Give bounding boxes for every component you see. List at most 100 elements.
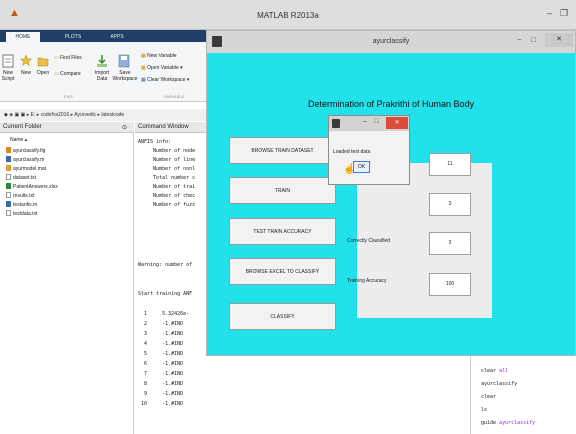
new-script-icon <box>2 54 14 68</box>
file-group-label: FILE <box>64 94 74 99</box>
result-value-field: 11 <box>429 153 471 176</box>
open-variable-button[interactable]: ▦ Open Variable ▾ <box>141 65 183 71</box>
history-item[interactable]: guide ayurclassify <box>481 420 535 426</box>
file-name: PatientAnswers.xlsx <box>13 184 58 190</box>
open-variable-icon: ▦ <box>141 65 146 71</box>
import-data-button[interactable]: Import Data <box>92 70 112 82</box>
history-argument: all <box>499 368 509 374</box>
figure-minimize-button[interactable]: – <box>517 35 521 44</box>
classify-button[interactable]: CLASSIFY <box>229 303 336 330</box>
command-output-line: 2 -1.#IND <box>138 321 184 327</box>
history-item[interactable]: clear <box>481 394 496 400</box>
history-argument: ayurclassify <box>499 420 536 426</box>
new-button[interactable]: New <box>19 70 33 76</box>
file-item[interactable]: dataset.txt <box>6 174 36 181</box>
command-output-line: Number of chec <box>138 193 196 199</box>
command-output-line: Number of node <box>138 148 196 154</box>
maximize-button[interactable]: ❐ <box>560 8 568 19</box>
clear-workspace-label: Clear Workspace ▾ <box>147 77 190 83</box>
history-item[interactable]: clear all <box>481 368 508 374</box>
file-name: dataset.txt <box>13 175 37 181</box>
file-item[interactable]: PatientAnswers.xlsx <box>6 183 58 190</box>
matlab-titlebar: ▲ MATLAB R2013a – ❐ <box>0 0 576 30</box>
file-item[interactable]: testdata.txt <box>6 210 37 217</box>
dialog-maximize-button[interactable]: □ <box>374 118 378 125</box>
history-item[interactable]: ayurclassify <box>481 381 517 387</box>
matlab-figure-icon <box>332 119 340 128</box>
file-name: testdata.txt <box>13 211 38 217</box>
command-output-line: Number of trai <box>138 184 196 190</box>
history-item[interactable]: ls <box>481 407 487 413</box>
tab-home[interactable]: HOME <box>6 32 40 42</box>
file-item[interactable]: ayurclassify.fig <box>6 147 45 154</box>
dialog-titlebar: – □ ✕ <box>329 116 409 131</box>
command-output-line: Total number c <box>138 175 196 181</box>
minimize-button[interactable]: – <box>547 8 552 18</box>
current-folder-pane: Name ▴ ayurclassify.fig ayurclassify.m a… <box>0 133 134 434</box>
command-output-line: 5 -1.#IND <box>138 351 184 357</box>
correctly-classified-field: 3 <box>429 232 471 255</box>
file-item[interactable]: results.txt <box>6 192 34 199</box>
new-script-button[interactable]: New Script <box>0 70 16 82</box>
dialog-minimize-button[interactable]: – <box>363 118 367 125</box>
new-variable-icon: ▦ <box>141 53 146 59</box>
mat-file-icon <box>6 165 11 171</box>
compare-button[interactable]: ▭ Compare <box>54 71 81 77</box>
text-file-icon <box>6 174 11 180</box>
address-bar[interactable]: ◆ ◈ ▣ ▣ ▸ E: ▸ codefox2016 ▸ Ayurvedic ▸… <box>0 109 230 121</box>
command-output-line: 3 -1.#IND <box>138 331 184 337</box>
import-data-icon <box>97 55 107 67</box>
history-command: clear <box>481 394 497 400</box>
result-value-field: 3 <box>429 193 471 216</box>
save-workspace-icon <box>118 54 130 68</box>
find-files-button[interactable]: ▭ Find Files <box>54 55 82 61</box>
file-item[interactable]: testanfis.m <box>6 201 37 208</box>
command-output-line: 6 -1.#IND <box>138 361 184 367</box>
training-accuracy-field: 100 <box>429 273 471 296</box>
open-button[interactable]: Open <box>35 70 51 76</box>
ayurclassify-window: ayurclassify – □ ✕ Determination of Prak… <box>206 30 576 356</box>
command-output-line: 10 -1.#IND <box>138 401 184 407</box>
name-column-header[interactable]: Name ▴ <box>10 137 27 143</box>
new-variable-label: New Variable <box>147 53 177 59</box>
open-folder-icon <box>37 57 49 67</box>
file-name: ayurclassify.m <box>13 157 45 163</box>
find-files-label: Find Files <box>60 55 82 61</box>
clear-workspace-icon: ▦ <box>141 77 146 83</box>
compare-label: Compare <box>60 71 81 77</box>
save-workspace-button[interactable]: Save Workspace <box>112 70 138 82</box>
history-command: guide <box>481 420 500 426</box>
figure-close-button[interactable]: ✕ <box>545 33 573 47</box>
correctly-classified-label: Correctly Classified <box>347 238 391 244</box>
tab-apps[interactable]: APPS <box>100 32 134 42</box>
clear-workspace-button[interactable]: ▦ Clear Workspace ▾ <box>141 77 189 83</box>
command-output-line: Start training ANF <box>138 291 193 297</box>
ok-button[interactable]: OK <box>353 161 370 173</box>
text-file-icon <box>6 210 11 216</box>
figure-maximize-button[interactable]: □ <box>531 35 536 44</box>
history-command: ls <box>481 407 488 413</box>
dialog-message: Loaded test data <box>333 149 371 155</box>
command-output-line: 8 -1.#IND <box>138 381 184 387</box>
browse-train-dataset-button[interactable]: BROWSE TRAIN DATASET <box>229 137 336 164</box>
tab-plots[interactable]: PLOTS <box>56 32 90 42</box>
command-output-line: 4 -1.#IND <box>138 341 184 347</box>
browse-excel-button[interactable]: BROWSE EXCEL TO CLASSIFY <box>229 258 336 285</box>
text-file-icon <box>6 192 11 198</box>
find-files-icon: ▭ <box>54 55 59 61</box>
command-output-line: Number of line <box>138 157 196 163</box>
train-button[interactable]: TRAIN <box>229 177 336 204</box>
current-folder-header: Current Folder ⊙ <box>0 122 134 133</box>
panel-menu-icon[interactable]: ⊙ <box>122 124 127 131</box>
command-output-line: ANFIS info: <box>138 139 172 145</box>
file-name: testanfis.m <box>13 202 38 208</box>
history-command: ayurclassify <box>481 381 518 387</box>
test-train-accuracy-button[interactable]: TEST TRAIN ACCURACY <box>229 218 336 245</box>
file-item[interactable]: ayurclassify.m <box>6 156 44 163</box>
mouse-pointer-icon: ☝ <box>343 164 356 175</box>
open-variable-label: Open Variable ▾ <box>147 65 183 71</box>
file-item[interactable]: ayurmodel.mat <box>6 165 46 172</box>
command-output-line: 9 -1.#IND <box>138 391 184 397</box>
dialog-close-button[interactable]: ✕ <box>386 117 408 129</box>
new-variable-button[interactable]: ▦ New Variable <box>141 53 177 59</box>
